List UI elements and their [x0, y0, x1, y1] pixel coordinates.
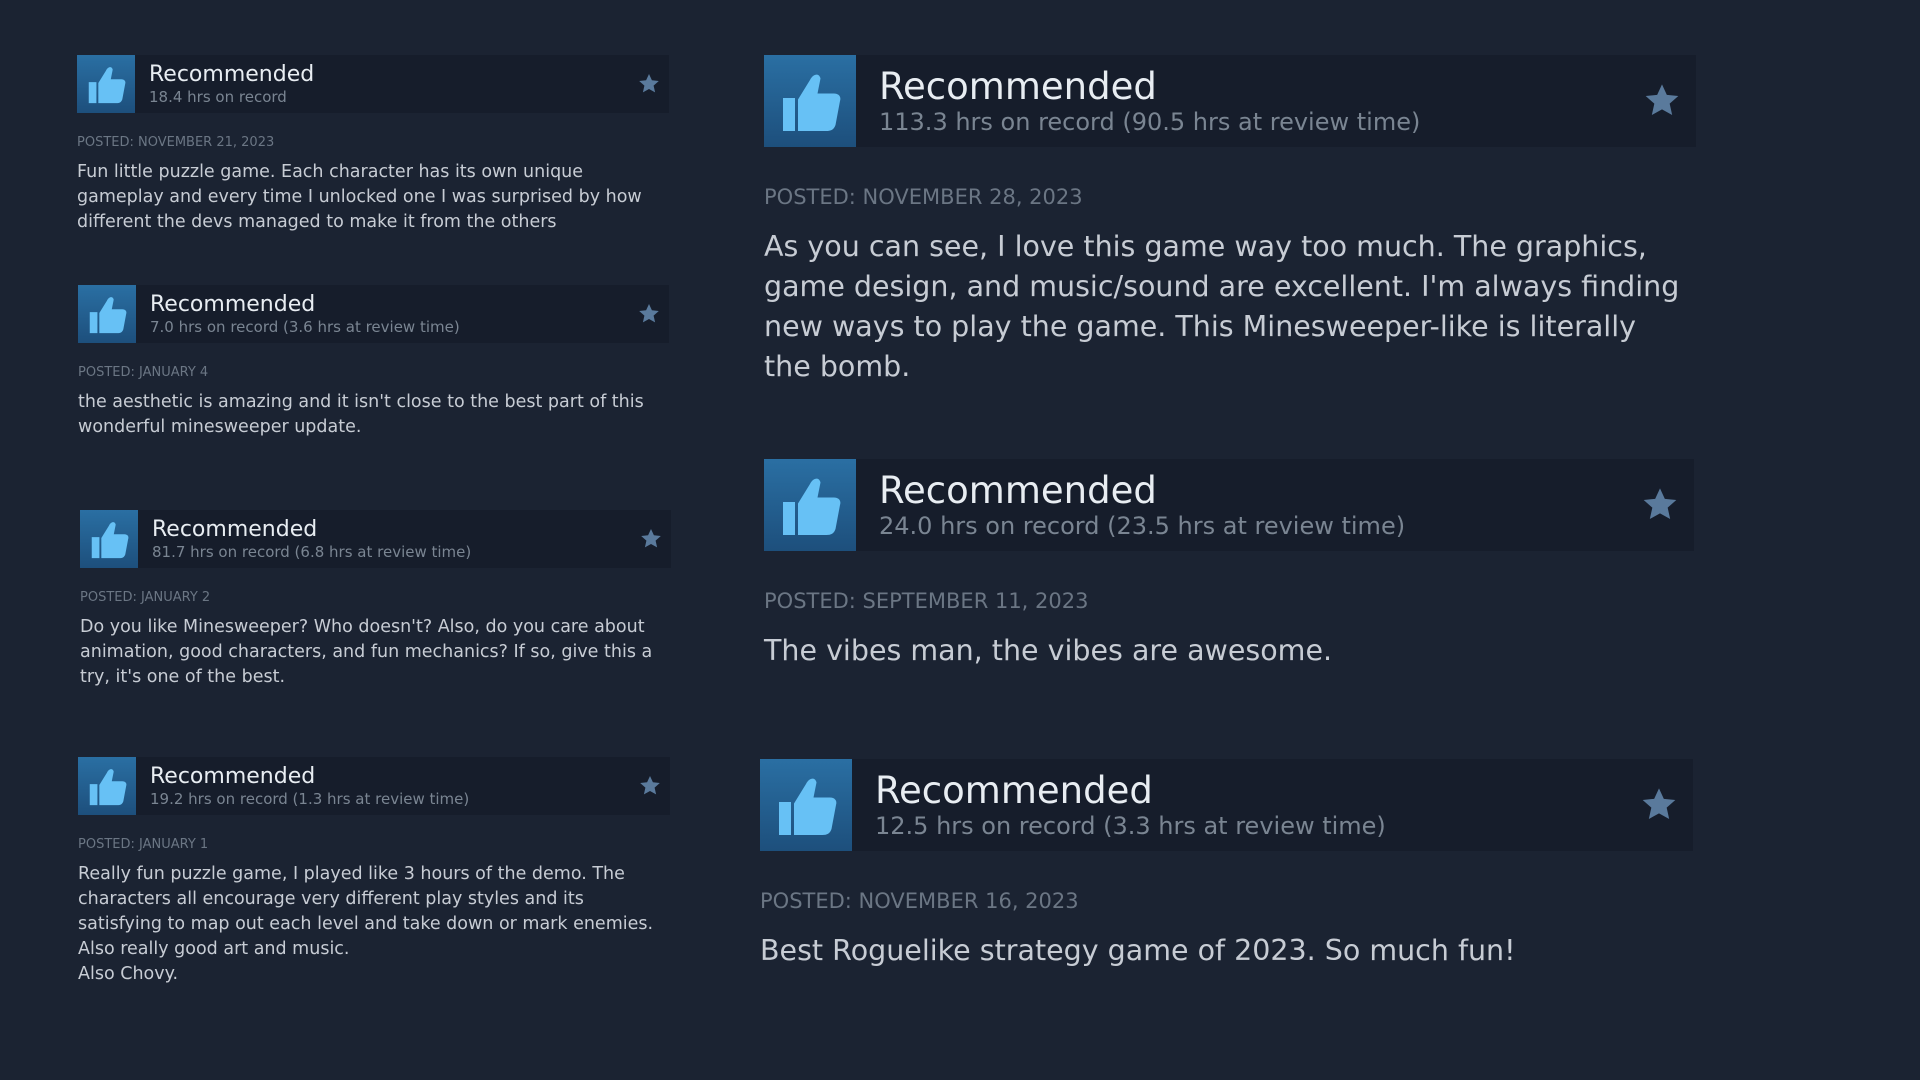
- review-card: Recommended 7.0 hrs on record (3.6 hrs a…: [78, 285, 669, 440]
- review-text: As you can see, I love this game way too…: [764, 230, 1680, 383]
- review-hours: 113.3 hrs on record (90.5 hrs at review …: [879, 108, 1421, 136]
- thumbs-up-icon: [760, 759, 852, 851]
- review-hours: 7.0 hrs on record (3.6 hrs at review tim…: [150, 318, 460, 336]
- review-posted-date: POSTED: NOVEMBER 16, 2023: [760, 889, 1079, 913]
- review-posted-date: POSTED: NOVEMBER 28, 2023: [764, 185, 1083, 209]
- review-header: Recommended 12.5 hrs on record (3.3 hrs …: [760, 759, 1693, 851]
- star-icon[interactable]: [1642, 81, 1682, 121]
- review-hours: 81.7 hrs on record (6.8 hrs at review ti…: [152, 543, 472, 561]
- review-hours: 18.4 hrs on record: [149, 88, 287, 106]
- review-hours: 24.0 hrs on record (23.5 hrs at review t…: [879, 512, 1406, 540]
- review-verdict: Recommended: [875, 769, 1153, 812]
- star-icon[interactable]: [637, 72, 661, 96]
- review-text: Really fun puzzle game, I played like 3 …: [78, 864, 654, 984]
- review-verdict: Recommended: [150, 764, 316, 789]
- review-card: Recommended 24.0 hrs on record (23.5 hrs…: [764, 459, 1694, 671]
- thumbs-up-icon: [764, 459, 856, 551]
- review-header: Recommended 18.4 hrs on record: [77, 55, 669, 113]
- thumbs-up-icon: [78, 757, 136, 815]
- review-card: Recommended 19.2 hrs on record (1.3 hrs …: [78, 757, 670, 987]
- review-text: the aesthetic is amazing and it isn't cl…: [78, 392, 644, 437]
- review-verdict: Recommended: [879, 65, 1157, 108]
- review-card: Recommended 81.7 hrs on record (6.8 hrs …: [80, 510, 671, 690]
- review-hours: 12.5 hrs on record (3.3 hrs at review ti…: [875, 812, 1386, 840]
- star-icon[interactable]: [1640, 485, 1680, 525]
- review-text: The vibes man, the vibes are awesome.: [764, 634, 1333, 667]
- review-verdict: Recommended: [150, 292, 316, 317]
- review-header: Recommended 19.2 hrs on record (1.3 hrs …: [78, 757, 670, 815]
- review-text: Do you like Minesweeper? Who doesn't? Al…: [80, 617, 653, 687]
- thumbs-up-icon: [80, 510, 138, 568]
- star-icon[interactable]: [637, 302, 661, 326]
- star-icon[interactable]: [1639, 785, 1679, 825]
- thumbs-up-icon: [78, 285, 136, 343]
- review-posted-date: POSTED: JANUARY 4: [78, 365, 209, 380]
- review-hours: 19.2 hrs on record (1.3 hrs at review ti…: [150, 790, 470, 808]
- thumbs-up-icon: [77, 55, 135, 113]
- review-text: Fun little puzzle game. Each character h…: [77, 162, 642, 232]
- review-card: Recommended 12.5 hrs on record (3.3 hrs …: [760, 759, 1693, 971]
- star-icon[interactable]: [638, 774, 662, 798]
- review-header: Recommended 113.3 hrs on record (90.5 hr…: [764, 55, 1696, 147]
- review-header: Recommended 81.7 hrs on record (6.8 hrs …: [80, 510, 671, 568]
- review-text: Best Roguelike strategy game of 2023. So…: [760, 934, 1516, 967]
- star-icon[interactable]: [639, 527, 663, 551]
- review-posted-date: POSTED: JANUARY 2: [80, 590, 211, 605]
- review-posted-date: POSTED: JANUARY 1: [78, 837, 209, 852]
- review-header: Recommended 7.0 hrs on record (3.6 hrs a…: [78, 285, 669, 343]
- review-card: Recommended 18.4 hrs on record POSTED: N…: [77, 55, 669, 235]
- review-header: Recommended 24.0 hrs on record (23.5 hrs…: [764, 459, 1694, 551]
- review-posted-date: POSTED: SEPTEMBER 11, 2023: [764, 589, 1089, 613]
- review-posted-date: POSTED: NOVEMBER 21, 2023: [77, 135, 275, 150]
- review-card: Recommended 113.3 hrs on record (90.5 hr…: [764, 55, 1696, 387]
- review-verdict: Recommended: [879, 469, 1157, 512]
- thumbs-up-icon: [764, 55, 856, 147]
- review-verdict: Recommended: [149, 62, 315, 87]
- review-verdict: Recommended: [152, 517, 318, 542]
